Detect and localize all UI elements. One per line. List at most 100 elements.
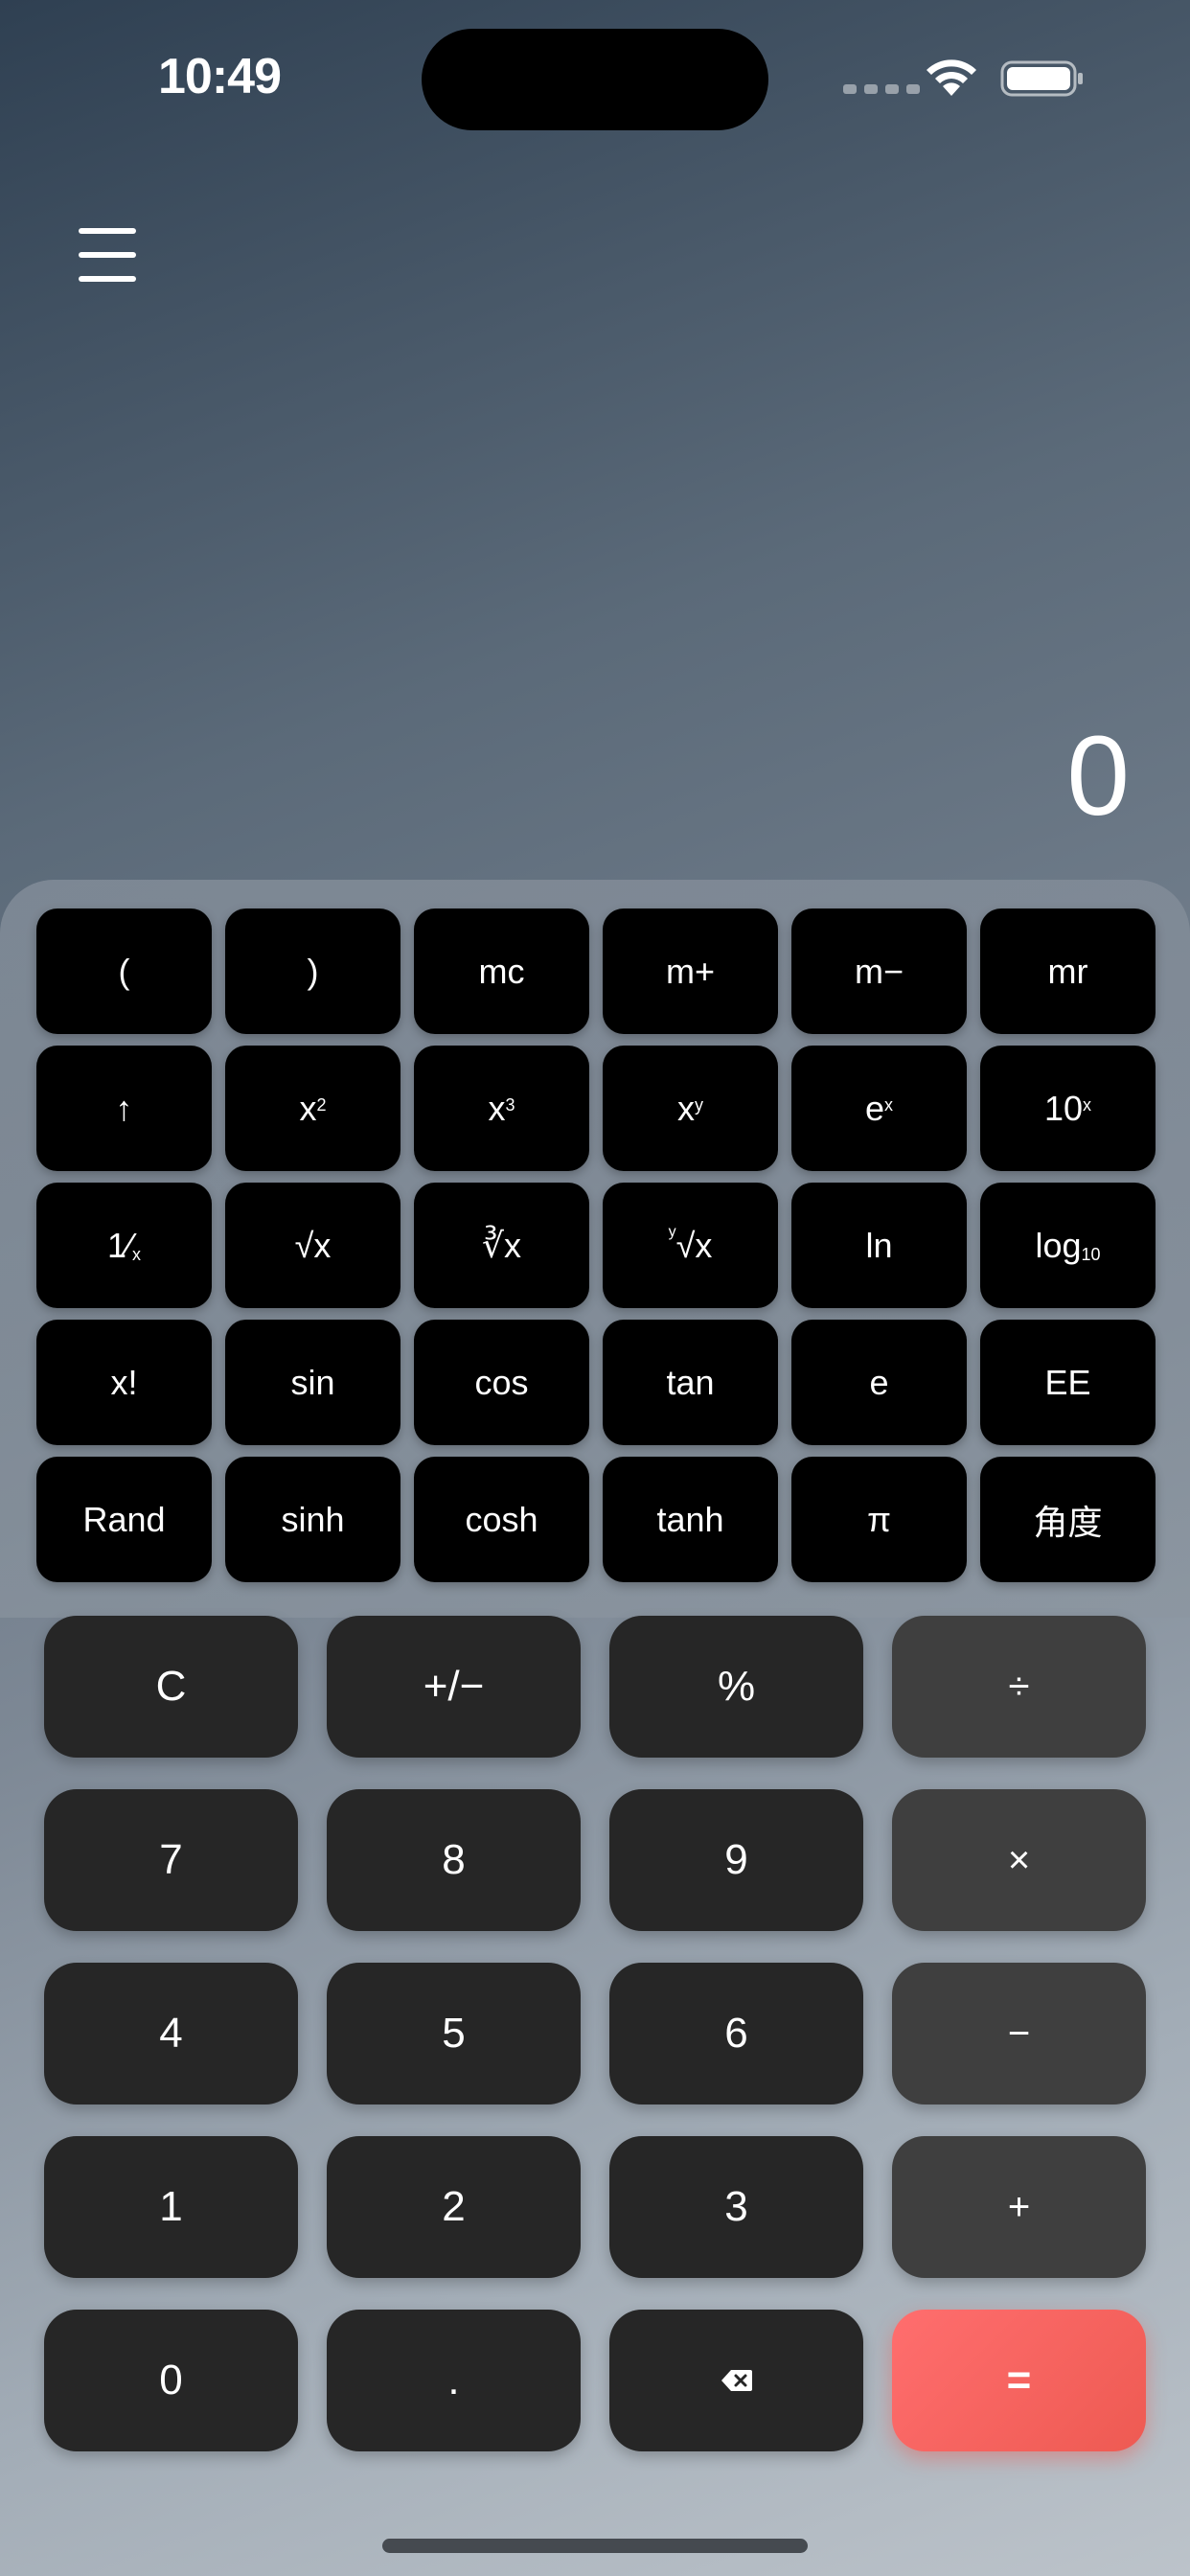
key-label: x bbox=[677, 1088, 695, 1128]
percent-button[interactable]: % bbox=[609, 1616, 863, 1758]
digit-6-button[interactable]: 6 bbox=[609, 1963, 863, 2104]
cosine-button[interactable]: cos bbox=[414, 1320, 589, 1445]
key-label: EE bbox=[1044, 1362, 1091, 1402]
memory-subtract-button[interactable]: m− bbox=[791, 908, 967, 1034]
key-label: 2 bbox=[442, 2183, 466, 2230]
key-label: mr bbox=[1047, 951, 1088, 991]
digit-3-button[interactable]: 3 bbox=[609, 2136, 863, 2278]
key-label-lead: y bbox=[668, 1223, 676, 1240]
key-label: tanh bbox=[656, 1499, 724, 1539]
key-label: sin bbox=[290, 1362, 335, 1402]
key-label: +/− bbox=[423, 1663, 485, 1710]
key-label: × bbox=[1007, 1838, 1031, 1881]
square-button[interactable]: x2 bbox=[225, 1046, 400, 1171]
digit-7-button[interactable]: 7 bbox=[44, 1789, 298, 1931]
scientific-notation-button[interactable]: EE bbox=[980, 1320, 1156, 1445]
sign-toggle-button[interactable]: +/− bbox=[327, 1616, 581, 1758]
digit-0-button[interactable]: 0 bbox=[44, 2310, 298, 2451]
memory-recall-button[interactable]: mr bbox=[980, 908, 1156, 1034]
digit-8-button[interactable]: 8 bbox=[327, 1789, 581, 1931]
hyperbolic-sine-button[interactable]: sinh bbox=[225, 1457, 400, 1582]
add-button[interactable]: + bbox=[892, 2136, 1146, 2278]
key-label: ln bbox=[865, 1225, 893, 1265]
key-label: 3 bbox=[724, 2183, 748, 2230]
key-label: ∛x bbox=[482, 1225, 521, 1265]
digit-1-button[interactable]: 1 bbox=[44, 2136, 298, 2278]
key-label: = bbox=[1006, 2357, 1032, 2404]
random-button[interactable]: Rand bbox=[36, 1457, 212, 1582]
key-label: ( bbox=[118, 951, 130, 991]
key-label: + bbox=[1007, 2185, 1031, 2228]
key-label: mc bbox=[478, 951, 525, 991]
scientific-keypad: () mc m+ m− mr ↑ x 2 x 3 x y e x 10 x 1⁄ x √x ∛x y √x ln log 10 x… bbox=[36, 908, 1156, 1582]
backspace-button[interactable] bbox=[609, 2310, 863, 2451]
key-label: √x bbox=[294, 1225, 332, 1265]
key-label: ↑ bbox=[115, 1088, 133, 1128]
natural-log-button[interactable]: ln bbox=[791, 1183, 967, 1308]
key-label: x! bbox=[110, 1362, 138, 1402]
digit-2-button[interactable]: 2 bbox=[327, 2136, 581, 2278]
key-label: e bbox=[864, 1088, 885, 1128]
key-label: e bbox=[869, 1362, 889, 1402]
key-label: 1 bbox=[159, 2183, 183, 2230]
key-label: − bbox=[1007, 2012, 1031, 2055]
sine-button[interactable]: sin bbox=[225, 1320, 400, 1445]
exp-button[interactable]: ex bbox=[791, 1046, 967, 1171]
square-root-button[interactable]: √x bbox=[225, 1183, 400, 1308]
subtract-button[interactable]: − bbox=[892, 1963, 1146, 2104]
key-label: 10 bbox=[1043, 1088, 1084, 1128]
dynamic-island bbox=[422, 29, 768, 130]
angle-mode-button[interactable]: 角度 bbox=[980, 1457, 1156, 1582]
hyperbolic-tangent-button[interactable]: tanh bbox=[603, 1457, 778, 1582]
second-function-button[interactable]: ↑ bbox=[36, 1046, 212, 1171]
pi-button[interactable]: π bbox=[791, 1457, 967, 1582]
key-label: 角度 bbox=[1033, 1502, 1103, 1542]
ten-power-button[interactable]: 10 x bbox=[980, 1046, 1156, 1171]
divide-button[interactable]: ÷ bbox=[892, 1616, 1146, 1758]
tangent-button[interactable]: tan bbox=[603, 1320, 778, 1445]
clear-button[interactable]: C bbox=[44, 1616, 298, 1758]
equals-button[interactable]: = bbox=[892, 2310, 1146, 2451]
factorial-button[interactable]: x! bbox=[36, 1320, 212, 1445]
key-label: C bbox=[155, 1663, 187, 1710]
key-label: sinh bbox=[281, 1499, 345, 1539]
status-time: 10:49 bbox=[158, 49, 282, 104]
key-label: π bbox=[867, 1499, 891, 1539]
key-label: cos bbox=[474, 1362, 529, 1402]
key-label: log bbox=[1035, 1225, 1082, 1265]
cube-root-button[interactable]: ∛x bbox=[414, 1183, 589, 1308]
key-label: x bbox=[488, 1088, 506, 1128]
key-label-sub: 10 bbox=[1081, 1245, 1101, 1264]
key-label: cosh bbox=[465, 1499, 538, 1539]
open-paren-button[interactable]: ( bbox=[36, 908, 212, 1034]
power-button[interactable]: xy bbox=[603, 1046, 778, 1171]
log-base-10-button[interactable]: log 10 bbox=[980, 1183, 1156, 1308]
backspace-icon bbox=[721, 2370, 752, 2391]
hamburger-menu-icon[interactable] bbox=[79, 228, 136, 282]
key-label: x bbox=[299, 1088, 317, 1128]
euler-button[interactable]: e bbox=[791, 1320, 967, 1445]
close-paren-button[interactable]: ) bbox=[225, 908, 400, 1034]
multiply-button[interactable]: × bbox=[892, 1789, 1146, 1931]
digit-5-button[interactable]: 5 bbox=[327, 1963, 581, 2104]
battery-icon bbox=[1000, 60, 1083, 97]
cube-button[interactable]: x3 bbox=[414, 1046, 589, 1171]
reciprocal-button[interactable]: 1⁄ x bbox=[36, 1183, 212, 1308]
key-label: 5 bbox=[442, 2010, 466, 2057]
key-label: 1⁄ bbox=[106, 1225, 133, 1265]
decimal-point-button[interactable]: . bbox=[327, 2310, 581, 2451]
memory-clear-button[interactable]: mc bbox=[414, 908, 589, 1034]
memory-add-button[interactable]: m+ bbox=[603, 908, 778, 1034]
digit-4-button[interactable]: 4 bbox=[44, 1963, 298, 2104]
key-label: m+ bbox=[665, 951, 715, 991]
y-root-button[interactable]: y √x bbox=[603, 1183, 778, 1308]
key-label: ÷ bbox=[1008, 1665, 1030, 1708]
digit-9-button[interactable]: 9 bbox=[609, 1789, 863, 1931]
hyperbolic-cosine-button[interactable]: cosh bbox=[414, 1457, 589, 1582]
home-indicator[interactable] bbox=[382, 2539, 808, 2553]
key-label: m− bbox=[854, 951, 904, 991]
key-label: ) bbox=[307, 951, 319, 991]
cellular-dots-icon bbox=[843, 84, 920, 94]
key-label: % bbox=[717, 1663, 756, 1710]
key-label: 4 bbox=[159, 2010, 183, 2057]
